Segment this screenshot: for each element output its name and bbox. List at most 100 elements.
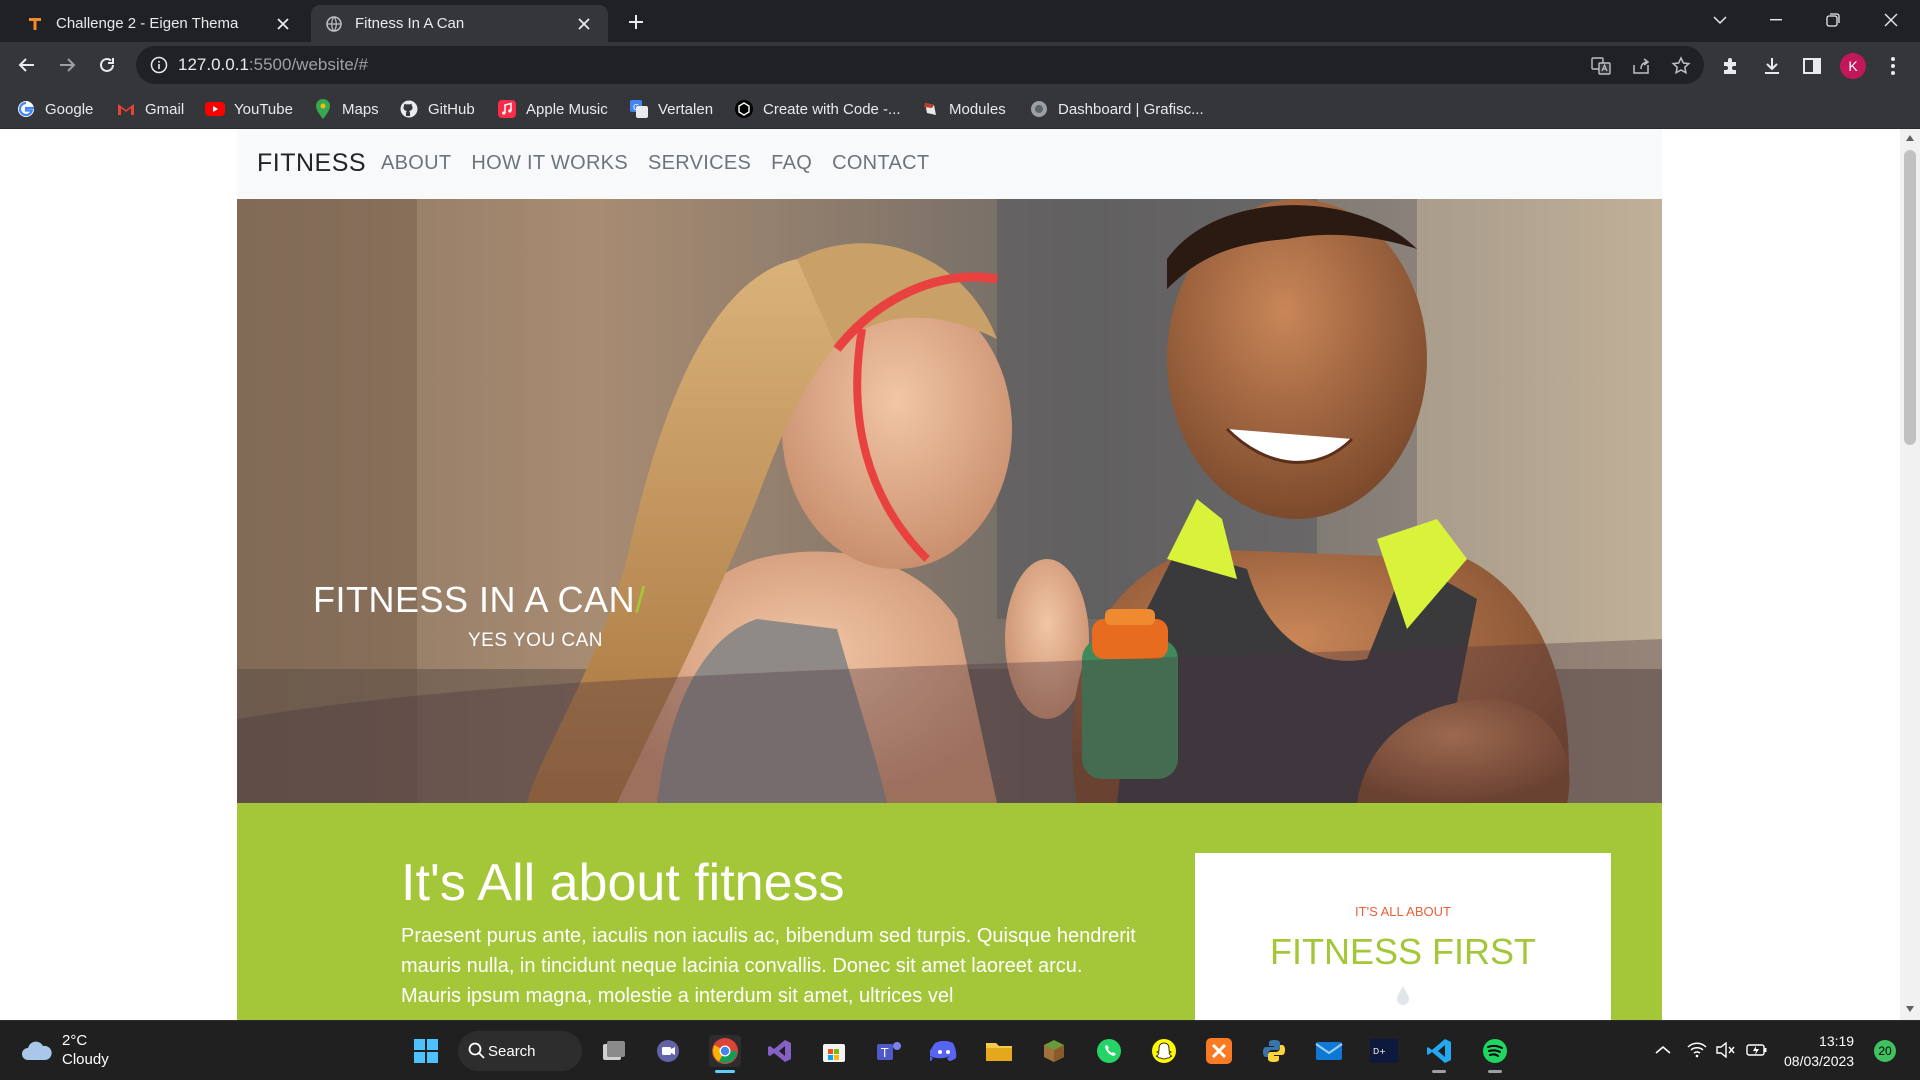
- dashboard-icon: [1029, 99, 1049, 119]
- teams-icon[interactable]: T: [873, 1035, 905, 1067]
- address-bar[interactable]: 127.0.0.1:5500/website/#: [136, 46, 1704, 84]
- bookmark-label: Apple Music: [526, 100, 608, 118]
- profile-avatar[interactable]: K: [1840, 53, 1866, 79]
- minimize-icon[interactable]: [1761, 8, 1791, 32]
- more-menu-icon[interactable]: [1881, 54, 1905, 78]
- vscode-icon[interactable]: [1423, 1035, 1455, 1073]
- bookmark-modules[interactable]: Modules: [920, 96, 1006, 122]
- translate-page-icon[interactable]: [1590, 55, 1612, 77]
- bookmark-vertalen[interactable]: G Vertalen: [629, 96, 713, 122]
- close-tab-icon[interactable]: [273, 14, 293, 34]
- bookmark-github[interactable]: GitHub: [399, 96, 475, 122]
- bookmark-google[interactable]: Google: [16, 96, 93, 122]
- about-section: It's All about fitness Praesent purus an…: [237, 803, 1662, 1020]
- xampp-icon[interactable]: [1203, 1035, 1235, 1067]
- tab-search-chevron-icon[interactable]: [1705, 8, 1735, 32]
- discord-icon[interactable]: [928, 1035, 960, 1067]
- modules-icon: [920, 99, 940, 119]
- download-icon[interactable]: [1760, 54, 1784, 78]
- system-clock[interactable]: 13:19 08/03/2023: [1784, 1031, 1854, 1071]
- snapchat-icon[interactable]: [1148, 1035, 1180, 1067]
- bookmark-create-with-code[interactable]: Create with Code -...: [734, 96, 901, 122]
- svg-text:T: T: [880, 1046, 889, 1060]
- share-icon[interactable]: [1630, 55, 1652, 77]
- disney-plus-icon[interactable]: D+: [1368, 1035, 1400, 1067]
- nav-how-it-works[interactable]: HOW IT WORKS: [471, 152, 628, 175]
- microsoft-store-icon[interactable]: [818, 1035, 850, 1067]
- battery-charging-icon[interactable]: [1745, 1038, 1769, 1062]
- bookmark-apple-music[interactable]: Apple Music: [497, 96, 608, 122]
- file-explorer-icon[interactable]: [983, 1035, 1015, 1067]
- side-panel-icon[interactable]: [1800, 54, 1824, 78]
- hero-banner: FITNESS IN A CAN/ YES YOU CAN: [237, 199, 1662, 803]
- cloud-icon: [22, 1041, 52, 1060]
- bookmark-dashboard[interactable]: Dashboard | Grafisc...: [1029, 96, 1204, 122]
- volume-muted-icon[interactable]: [1714, 1038, 1738, 1062]
- browser-toolbar: 127.0.0.1:5500/website/# K: [0, 42, 1920, 88]
- teams-chat-icon[interactable]: [652, 1035, 684, 1067]
- hero-title-text: FITNESS IN A CAN: [313, 579, 636, 620]
- bookmark-label: Gmail: [145, 100, 185, 118]
- task-view-icon[interactable]: [598, 1035, 630, 1067]
- water-drop-icon: [1397, 986, 1409, 1005]
- clock-date: 08/03/2023: [1784, 1053, 1855, 1069]
- chrome-icon[interactable]: [709, 1035, 741, 1073]
- hero-title: FITNESS IN A CAN/: [313, 579, 646, 621]
- bookmark-gmail[interactable]: Gmail: [116, 96, 184, 122]
- nav-contact[interactable]: CONTACT: [832, 152, 929, 175]
- windows-taskbar: 2°C Cloudy Search T D+ 13:19 08/03/2023 …: [0, 1020, 1920, 1080]
- nav-faq[interactable]: FAQ: [771, 152, 812, 175]
- bookmark-label: Vertalen: [658, 100, 714, 118]
- tab-title: Challenge 2 - Eigen Thema: [56, 15, 239, 32]
- taskbar-search[interactable]: Search: [458, 1031, 582, 1071]
- about-heading: It's All about fitness: [401, 854, 845, 912]
- fitness-first-card: IT'S ALL ABOUT FITNESS FIRST: [1195, 853, 1611, 1020]
- scroll-down-arrow-icon[interactable]: [1906, 1006, 1914, 1012]
- spotify-icon[interactable]: [1479, 1035, 1511, 1073]
- nav-services[interactable]: SERVICES: [648, 152, 751, 175]
- bookmark-label: Modules: [949, 100, 1006, 118]
- close-tab-icon[interactable]: [574, 14, 594, 34]
- wifi-icon[interactable]: [1685, 1038, 1709, 1062]
- bookmark-label: Create with Code -...: [763, 100, 901, 118]
- tab-challenge[interactable]: Challenge 2 - Eigen Thema: [12, 5, 307, 42]
- restore-icon[interactable]: [1818, 8, 1848, 32]
- site-brand[interactable]: FITNESS: [257, 149, 366, 178]
- browser-tab-strip: Challenge 2 - Eigen Thema Fitness In A C…: [0, 0, 1920, 42]
- site-info-icon[interactable]: [150, 56, 168, 74]
- card-kicker: IT'S ALL ABOUT: [1355, 904, 1451, 919]
- clock-time: 13:19: [1819, 1033, 1855, 1049]
- forward-arrow-icon[interactable]: [54, 52, 80, 78]
- bookmark-maps[interactable]: Maps: [313, 96, 379, 122]
- orange-t-icon: [26, 15, 44, 33]
- about-body: Praesent purus ante, iaculis non iaculis…: [401, 925, 1136, 1007]
- nav-about[interactable]: ABOUT: [381, 152, 451, 175]
- weather-widget[interactable]: 2°C Cloudy: [20, 1031, 109, 1069]
- python-icon[interactable]: [1258, 1035, 1290, 1067]
- tray-chevron-up-icon[interactable]: [1651, 1038, 1675, 1062]
- extensions-puzzle-icon[interactable]: [1719, 54, 1743, 78]
- bookmark-label: Google: [45, 100, 94, 118]
- whatsapp-icon[interactable]: [1093, 1035, 1125, 1067]
- new-tab-icon[interactable]: [624, 10, 648, 34]
- bookmark-youtube[interactable]: YouTube: [205, 96, 293, 122]
- svg-text:D+: D+: [1373, 1047, 1386, 1056]
- active-indicator: [715, 1070, 735, 1073]
- minecraft-icon[interactable]: [1038, 1035, 1070, 1067]
- start-windows-icon[interactable]: [410, 1035, 442, 1067]
- translate-icon: G: [629, 99, 649, 119]
- notification-badge[interactable]: 20: [1874, 1040, 1896, 1062]
- page-scrollbar[interactable]: [1900, 129, 1920, 1020]
- visual-studio-icon[interactable]: [764, 1035, 796, 1067]
- mail-icon[interactable]: [1313, 1035, 1345, 1067]
- maps-icon: [313, 99, 333, 119]
- bookmark-star-icon[interactable]: [1670, 55, 1692, 77]
- reload-icon[interactable]: [94, 52, 120, 78]
- close-window-icon[interactable]: [1876, 8, 1906, 32]
- scrollbar-thumb[interactable]: [1904, 150, 1916, 445]
- back-arrow-icon[interactable]: [14, 52, 40, 78]
- tab-fitness[interactable]: Fitness In A Can: [311, 5, 608, 42]
- scroll-up-arrow-icon[interactable]: [1906, 135, 1914, 141]
- hero-photo: [237, 199, 1662, 803]
- running-indicator: [1432, 1070, 1446, 1073]
